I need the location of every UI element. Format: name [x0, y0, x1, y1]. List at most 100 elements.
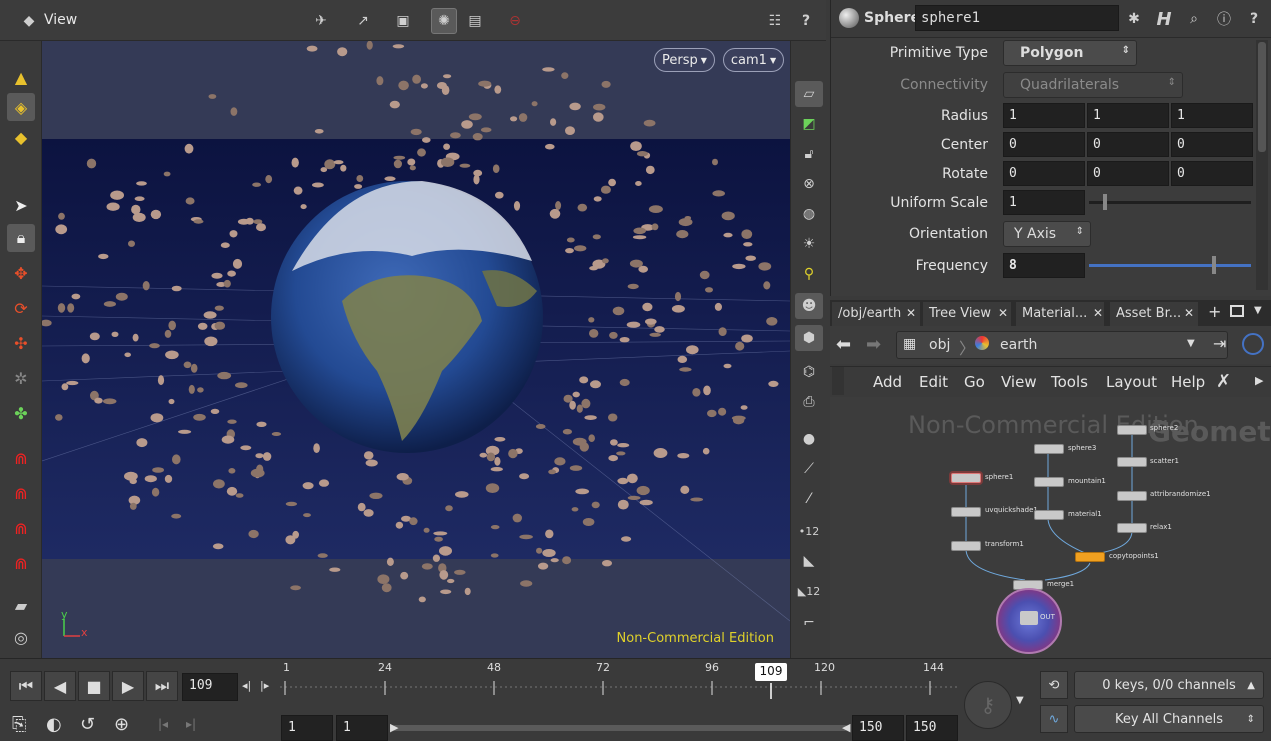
gear-icon[interactable]: ✱ — [1121, 6, 1147, 32]
houdini-icon[interactable]: H — [1151, 6, 1177, 32]
node-name-field[interactable]: sphere1 — [915, 5, 1119, 31]
camera-view-icon[interactable]: ⌬ — [795, 359, 823, 385]
3d-viewport[interactable]: y x Persp ▼ cam1 ▼ Non-Commercial Edition — [42, 41, 790, 658]
jump-start-icon[interactable]: ⏮ — [10, 671, 42, 701]
prim-numbers-icon[interactable]: ◣12 — [795, 578, 823, 604]
range-handle-right[interactable]: ◀ — [842, 721, 850, 734]
view-tool-icon[interactable]: ✈ — [308, 8, 334, 34]
close-icon[interactable]: ✕ — [906, 306, 916, 320]
param-scrollbar-thumb[interactable] — [1258, 42, 1266, 152]
auto-key-icon[interactable]: ⟲ — [1040, 671, 1068, 699]
range-slider[interactable] — [392, 725, 848, 731]
camera-tool-icon[interactable]: ▣ — [390, 8, 416, 34]
menu-add[interactable]: Add — [873, 373, 902, 391]
node-transform1[interactable] — [951, 541, 981, 551]
light-icon[interactable]: ☻ — [795, 293, 823, 319]
center-z-field[interactable]: 0 — [1171, 132, 1253, 157]
back-icon[interactable]: ⬅ — [836, 334, 851, 355]
magnet-curve-icon[interactable]: ⋒ — [7, 479, 35, 507]
menu-tools[interactable]: Tools — [1051, 373, 1088, 391]
center-x-field[interactable]: 0 — [1003, 132, 1085, 157]
realtime-icon[interactable]: ⊕ — [114, 714, 129, 735]
pose-icon[interactable]: ✲ — [7, 364, 35, 392]
keys-status[interactable]: 0 keys, 0/0 channels ▲ — [1074, 671, 1264, 699]
connectivity-menu[interactable]: Quadrilaterals ⇕ — [1003, 72, 1183, 98]
add-tab-icon[interactable]: + — [1208, 302, 1221, 321]
frame-ruler[interactable]: 1 24 48 72 96 120 144 109 — [280, 659, 960, 709]
range-start-field[interactable]: 1 — [281, 715, 333, 741]
range-end-icon[interactable]: ▸| — [186, 717, 196, 731]
play-reverse-icon[interactable]: ◀ — [44, 671, 76, 701]
viewport-pane-icon[interactable]: ◆ — [16, 8, 42, 34]
range-end2-field[interactable]: 150 — [906, 715, 958, 741]
magnet-grid-icon[interactable]: ⋒ — [7, 444, 35, 472]
construction-plane-icon[interactable]: ◩ — [795, 111, 823, 137]
persp-menu[interactable]: Persp ▼ — [654, 48, 715, 72]
menu-edit[interactable]: Edit — [919, 373, 948, 391]
uniform-scale-field[interactable]: 1 — [1003, 190, 1085, 215]
menu-view[interactable]: View — [1001, 373, 1037, 391]
animation-curve-icon[interactable]: ∿ — [1040, 705, 1068, 733]
curve-display-icon[interactable]: ⌐ — [795, 610, 823, 636]
menubar-scroll-arrow[interactable] — [832, 367, 844, 395]
range-handle-left[interactable]: ▶ — [390, 721, 398, 734]
radius-x-field[interactable]: 1 — [1003, 103, 1085, 128]
rotate-icon[interactable]: ⟳ — [7, 294, 35, 322]
edges-select-icon[interactable]: ◈ — [7, 93, 35, 121]
primitives-select-icon[interactable]: ◆ — [7, 123, 35, 151]
range-start-icon[interactable]: |◂ — [158, 717, 168, 731]
link-icon[interactable] — [1242, 333, 1264, 355]
menu-help[interactable]: Help — [1171, 373, 1205, 391]
uniform-scale-slider[interactable] — [1089, 201, 1251, 204]
key-icon[interactable]: ⚷ — [964, 681, 1012, 729]
point-numbers-icon[interactable]: •12 — [795, 518, 823, 544]
jump-end-icon[interactable]: ⏭ — [146, 671, 178, 701]
camera-menu[interactable]: cam1 ▼ — [723, 48, 784, 72]
search-icon[interactable]: ⌕ — [1181, 6, 1207, 32]
point-display-icon[interactable]: ● — [795, 426, 823, 452]
vector-display-icon[interactable]: ⁄ — [795, 486, 823, 512]
play-icon[interactable]: ▶ — [112, 671, 144, 701]
normal-display-icon[interactable]: ⟋ — [795, 456, 823, 482]
loop-icon[interactable]: ↺ — [80, 714, 95, 735]
no-entry-icon[interactable]: ⊖ — [502, 8, 528, 34]
uniform-scale-handle[interactable] — [1103, 194, 1107, 210]
magnet-icon[interactable]: ⋒ — [7, 549, 35, 577]
node-material1[interactable] — [1034, 510, 1064, 520]
menu-go[interactable]: Go — [964, 373, 985, 391]
magnet-points-icon[interactable]: ⋒ — [7, 514, 35, 542]
headlight-icon[interactable]: ⚲ — [795, 261, 823, 287]
pin-icon[interactable]: ⇥ — [1213, 334, 1226, 353]
points-select-icon[interactable]: ▲ — [7, 63, 35, 91]
forward-icon[interactable]: ➡ — [866, 334, 881, 355]
key-all-channels-button[interactable]: Key All Channels ⇕ — [1074, 705, 1264, 733]
close-icon[interactable]: ✕ — [1093, 306, 1103, 320]
tab-material[interactable]: Material... — [1016, 302, 1104, 326]
network-view[interactable]: Non-Commercial Edition Geometry sphere1 … — [830, 397, 1271, 658]
ghost-icon[interactable]: ⬢ — [795, 325, 823, 351]
radius-y-field[interactable]: 1 — [1087, 103, 1169, 128]
center-y-field[interactable]: 0 — [1087, 132, 1169, 157]
node-sphere1[interactable] — [951, 473, 981, 483]
snapping-options-icon[interactable]: ▰ — [7, 591, 35, 619]
radius-z-field[interactable]: 1 — [1171, 103, 1253, 128]
chevron-down-icon[interactable]: ▼ — [1187, 338, 1195, 349]
node-out[interactable] — [1020, 611, 1038, 625]
lock-camera-icon[interactable]: 🔓︎ — [795, 141, 823, 167]
sim-cache-icon[interactable]: ⎘ — [12, 714, 26, 735]
path-earth[interactable]: earth — [1000, 337, 1037, 353]
help-icon[interactable]: ? — [1241, 6, 1267, 32]
move-icon[interactable]: ✥ — [7, 259, 35, 287]
range-start2-field[interactable]: 1 — [336, 715, 388, 741]
frequency-slider[interactable] — [1089, 264, 1251, 267]
chevron-down-icon[interactable]: ▼ — [1016, 695, 1024, 706]
chevron-down-icon[interactable]: ▼ — [1254, 305, 1262, 316]
pointer-icon[interactable]: ➤ — [7, 191, 35, 219]
wrench-icon[interactable]: ✗ — [1216, 371, 1231, 392]
node-sphere2[interactable] — [1117, 425, 1147, 435]
display-options-icon[interactable]: ✺ — [431, 8, 457, 34]
chevron-right-icon[interactable]: ▶ — [1255, 374, 1263, 387]
help-icon[interactable]: ? — [793, 8, 819, 34]
snapshot-icon[interactable]: ▤ — [462, 8, 488, 34]
select-tool-icon[interactable]: ↗ — [350, 8, 376, 34]
